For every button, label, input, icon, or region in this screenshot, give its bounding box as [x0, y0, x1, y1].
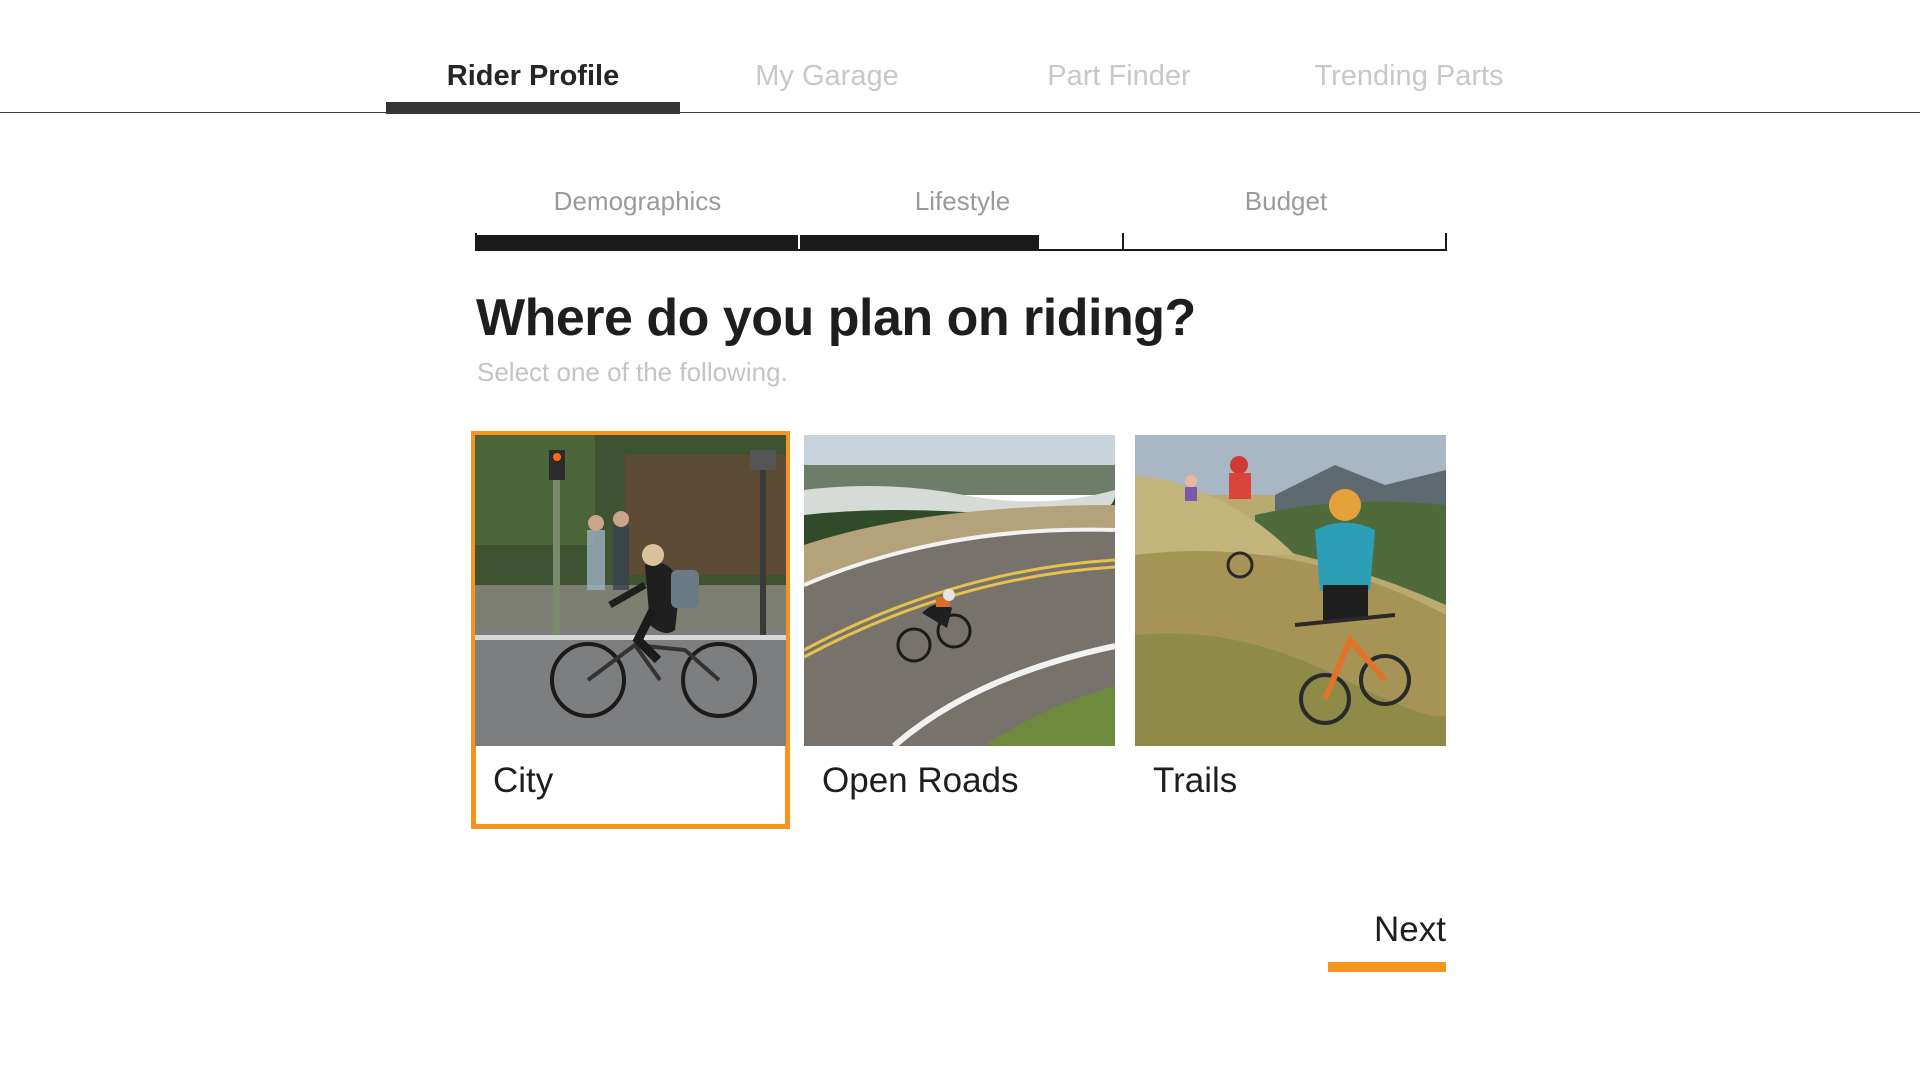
option-city[interactable]: City: [471, 431, 790, 829]
progress-track: [475, 233, 1447, 251]
progress-tick-2: [1122, 233, 1124, 251]
option-trails-label: Trails: [1153, 761, 1238, 800]
option-open-roads-label: Open Roads: [822, 761, 1019, 800]
question-subtitle: Select one of the following.: [477, 357, 788, 387]
option-trails[interactable]: Trails: [1135, 435, 1446, 825]
tab-my-garage[interactable]: My Garage: [680, 56, 974, 112]
road-cyclist-photo: [804, 435, 1115, 746]
progress-fill: [475, 235, 1039, 251]
progress-tick-end: [1445, 233, 1447, 251]
step-demographics: Demographics: [553, 186, 722, 216]
progress-tick-1: [798, 235, 800, 249]
nav-divider: [0, 112, 1920, 113]
tab-trending-parts[interactable]: Trending Parts: [1262, 56, 1556, 112]
option-city-label: City: [493, 761, 554, 800]
step-budget: Budget: [1244, 186, 1328, 216]
city-cyclist-photo: [475, 435, 786, 746]
step-lifestyle: Lifestyle: [914, 186, 1011, 216]
question-title: Where do you plan on riding?: [476, 289, 1196, 347]
mountain-bikers-photo: [1135, 435, 1446, 746]
next-button[interactable]: Next: [1328, 906, 1446, 972]
top-nav: Rider Profile My Garage Part Finder Tren…: [0, 0, 1920, 114]
step-progress: Demographics Lifestyle Budget: [475, 186, 1447, 252]
progress-tick-start: [475, 233, 477, 251]
option-open-roads[interactable]: Open Roads: [804, 435, 1115, 825]
tab-part-finder[interactable]: Part Finder: [972, 56, 1266, 112]
next-button-underline: [1328, 962, 1446, 972]
next-button-label: Next: [1374, 910, 1446, 949]
